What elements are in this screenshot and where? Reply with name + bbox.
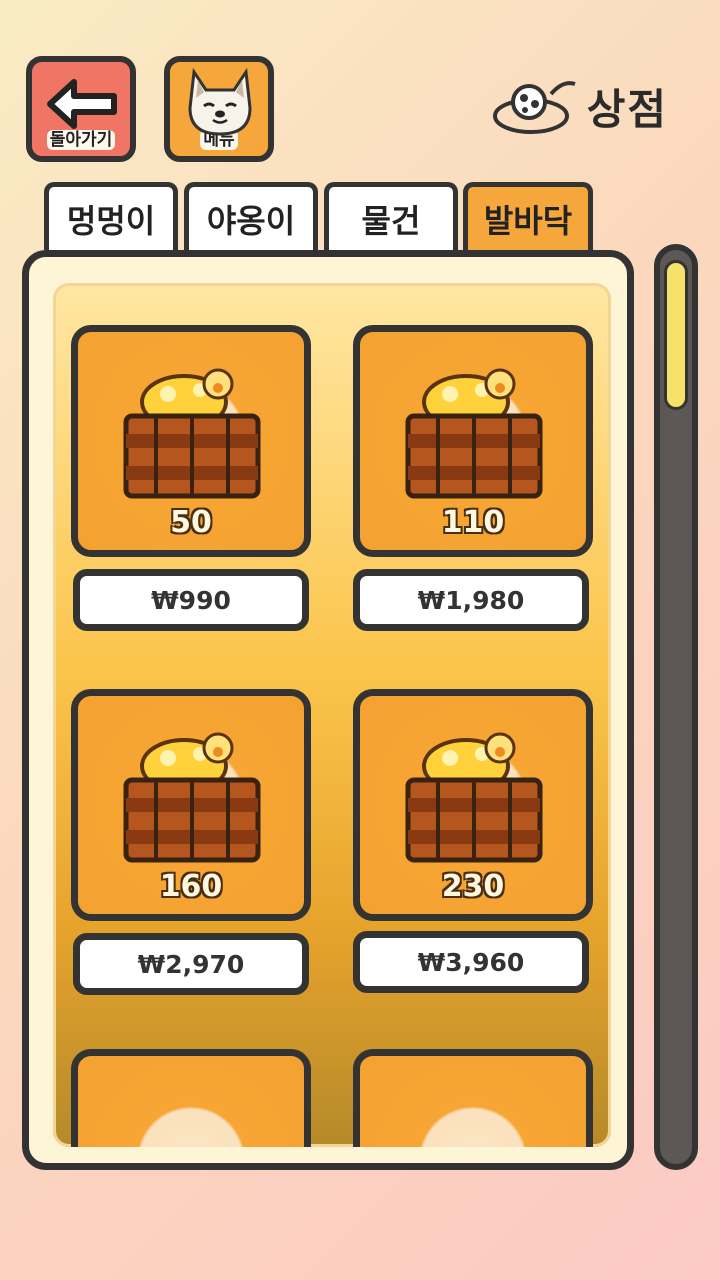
paw-chest-icon: [123, 732, 261, 863]
scrollbar[interactable]: [654, 244, 698, 1170]
item-amount: 50: [170, 505, 212, 540]
dog-face-icon: [188, 68, 252, 136]
item-amount: 160: [159, 869, 223, 904]
tab-dogs[interactable]: 멍멍이: [44, 182, 178, 250]
item-card[interactable]: [71, 1049, 311, 1147]
buy-button[interactable]: ₩2,970: [73, 933, 309, 995]
shop-title-text: 상점: [586, 84, 668, 134]
paw-chest-icon: [123, 368, 261, 499]
back-button[interactable]: 돌아가기: [26, 56, 136, 162]
buy-button[interactable]: ₩3,960: [353, 931, 589, 993]
paw-chest-icon: [405, 732, 543, 863]
back-button-label: 돌아가기: [46, 130, 116, 150]
scrollbar-thumb[interactable]: [664, 260, 688, 410]
buy-button[interactable]: ₩1,980: [353, 569, 589, 631]
tab-cats[interactable]: 야옹이: [184, 182, 318, 250]
item-card[interactable]: 50: [71, 325, 311, 557]
item-card[interactable]: 230: [353, 689, 593, 921]
item-grid: 50 ₩990 110 ₩1,980 160 ₩2,970 230 ₩3,960: [53, 283, 611, 1147]
menu-button[interactable]: 메뉴: [164, 56, 274, 162]
shop-title: 상점: [491, 74, 668, 138]
buy-button[interactable]: ₩990: [73, 569, 309, 631]
shop-panel: 50 ₩990 110 ₩1,980 160 ₩2,970 230 ₩3,960: [22, 250, 634, 1170]
item-amount: 110: [441, 505, 505, 540]
item-card[interactable]: 160: [71, 689, 311, 921]
item-amount: 230: [441, 869, 505, 904]
paw-chest-icon: [405, 368, 543, 499]
item-card[interactable]: 110: [353, 325, 593, 557]
shop-bowl-icon: [492, 81, 576, 134]
tab-paws[interactable]: 발바닥: [463, 182, 593, 250]
item-card[interactable]: [353, 1049, 593, 1147]
tab-items[interactable]: 물건: [324, 182, 458, 250]
back-arrow-icon: [47, 79, 117, 129]
